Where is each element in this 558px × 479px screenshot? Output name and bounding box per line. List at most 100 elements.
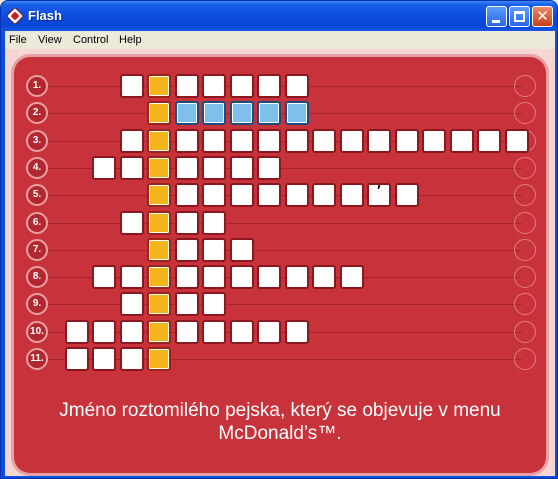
letter-cell[interactable]: [477, 128, 501, 153]
letter-cell[interactable]: [229, 128, 254, 153]
letter-cell[interactable]: [174, 183, 199, 208]
letter-cell[interactable]: [394, 183, 419, 208]
letter-cell[interactable]: [92, 347, 116, 371]
letter-cell[interactable]: [64, 347, 89, 371]
letter-cell[interactable]: [119, 347, 144, 371]
letter-cell[interactable]: [284, 74, 309, 98]
letter-cell[interactable]: [257, 183, 281, 208]
letter-cell[interactable]: [257, 265, 281, 290]
letter-cell[interactable]: [174, 155, 199, 180]
letter-cell[interactable]: [229, 237, 254, 262]
letter-cell[interactable]: [312, 183, 336, 208]
letter-cell[interactable]: [257, 74, 281, 98]
letter-cell[interactable]: [339, 128, 364, 153]
letter-cell[interactable]: [202, 74, 226, 98]
letter-cell[interactable]: [339, 183, 364, 208]
key-letter-cell[interactable]: [147, 265, 171, 290]
letter-cell[interactable]: [257, 101, 281, 126]
letter-cell[interactable]: [202, 265, 226, 290]
letter-cell[interactable]: [202, 319, 226, 344]
letter-cell[interactable]: [119, 292, 144, 317]
letter-cell[interactable]: [257, 319, 281, 344]
letter-cell[interactable]: [202, 210, 226, 235]
letter-cell[interactable]: [257, 155, 281, 180]
letter-cell[interactable]: [229, 101, 254, 126]
letter-cell[interactable]: [284, 128, 309, 153]
row-number: 4.: [26, 156, 48, 179]
menu-file[interactable]: File: [9, 34, 27, 46]
row-number: 10.: [26, 320, 48, 343]
letter-cell[interactable]: [449, 128, 474, 153]
letter-cell[interactable]: [92, 265, 116, 290]
flash-stage: Jméno roztomilého pejska, který se objev…: [5, 49, 555, 476]
letter-cell[interactable]: [202, 292, 226, 317]
key-letter-cell[interactable]: [147, 101, 171, 126]
letter-cell[interactable]: [119, 74, 144, 98]
letter-cell[interactable]: [174, 237, 199, 262]
letter-cell[interactable]: [367, 128, 391, 153]
close-icon: ✕: [536, 7, 549, 25]
row-number: 3.: [26, 129, 48, 152]
letter-cell[interactable]: [119, 265, 144, 290]
letter-cell[interactable]: [229, 183, 254, 208]
letter-cell[interactable]: [174, 210, 199, 235]
letter-cell[interactable]: [202, 155, 226, 180]
key-letter-cell[interactable]: [147, 210, 171, 235]
letter-cell[interactable]: [174, 128, 199, 153]
row-status-indicator: [514, 156, 536, 179]
key-letter-cell[interactable]: [147, 183, 171, 208]
letter-cell[interactable]: [229, 155, 254, 180]
row-status-indicator: [514, 320, 536, 343]
letter-cell[interactable]: [64, 319, 89, 344]
letter-cell[interactable]: [229, 265, 254, 290]
menu-control[interactable]: Control: [73, 34, 108, 46]
menu-help[interactable]: Help: [119, 34, 142, 46]
letter-cell[interactable]: [312, 265, 336, 290]
key-letter-cell[interactable]: [147, 237, 171, 262]
minimize-button[interactable]: [486, 6, 507, 27]
letter-cell[interactable]: [284, 265, 309, 290]
letter-cell[interactable]: ʼ: [367, 183, 391, 208]
letter-cell[interactable]: [284, 183, 309, 208]
key-letter-cell[interactable]: [147, 128, 171, 153]
key-letter-cell[interactable]: [147, 292, 171, 317]
title-bar[interactable]: Flash ✕: [1, 1, 557, 31]
letter-cell[interactable]: [119, 128, 144, 153]
row-status-indicator: [514, 102, 536, 125]
letter-cell[interactable]: [92, 155, 116, 180]
letter-cell[interactable]: [119, 319, 144, 344]
row-status-indicator: [514, 293, 536, 316]
letter-cell[interactable]: [312, 128, 336, 153]
letter-cell[interactable]: [174, 292, 199, 317]
row-guide-line: [40, 249, 522, 251]
letter-cell[interactable]: [229, 74, 254, 98]
letter-cell[interactable]: [119, 155, 144, 180]
letter-cell[interactable]: [284, 101, 309, 126]
key-letter-cell[interactable]: [147, 155, 171, 180]
letter-cell[interactable]: [422, 128, 446, 153]
letter-cell[interactable]: [174, 319, 199, 344]
letter-cell[interactable]: [202, 183, 226, 208]
menu-view[interactable]: View: [38, 34, 62, 46]
letter-cell[interactable]: [202, 128, 226, 153]
letter-cell[interactable]: [174, 74, 199, 98]
letter-cell[interactable]: [174, 265, 199, 290]
letter-cell[interactable]: [119, 210, 144, 235]
letter-cell[interactable]: [174, 101, 199, 126]
letter-cell[interactable]: [229, 319, 254, 344]
letter-cell[interactable]: [202, 237, 226, 262]
letter-cell[interactable]: [339, 265, 364, 290]
key-letter-cell[interactable]: [147, 319, 171, 344]
letter-cell[interactable]: [257, 128, 281, 153]
row-status-indicator: [514, 75, 536, 97]
letter-cell[interactable]: [504, 128, 529, 153]
letter-cell[interactable]: [284, 319, 309, 344]
letter-cell[interactable]: [202, 101, 226, 126]
key-letter-cell[interactable]: [147, 74, 171, 98]
letter-cell[interactable]: [92, 319, 116, 344]
row-number: 9.: [26, 293, 48, 316]
key-letter-cell[interactable]: [147, 347, 171, 371]
letter-cell[interactable]: [394, 128, 419, 153]
close-button[interactable]: ✕: [532, 6, 553, 27]
maximize-button[interactable]: [509, 6, 530, 27]
